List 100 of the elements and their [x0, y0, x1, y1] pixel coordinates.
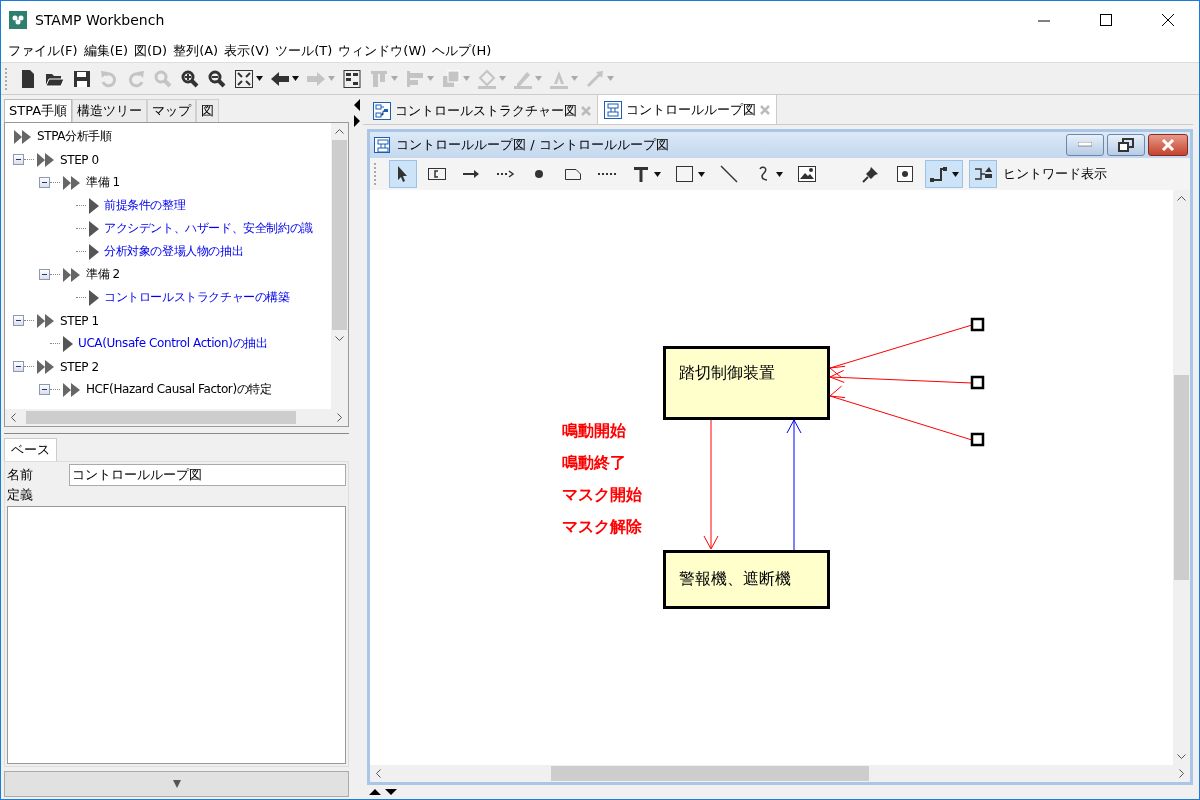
menu-item[interactable]: 編集(E)	[80, 41, 131, 60]
name-field[interactable]: コントロールループ図	[69, 464, 346, 486]
tree-item[interactable]: 準備 2	[86, 266, 120, 283]
menu-item[interactable]: 整列(A)	[170, 41, 222, 60]
control-action-label: マスク解除	[562, 516, 642, 538]
tree-item[interactable]: UCA(Unsafe Control Action)の抽出	[78, 335, 268, 352]
scroll-left-icon[interactable]	[11, 413, 16, 422]
editor-tab[interactable]: コントロールループ図	[597, 94, 777, 124]
menu-item[interactable]: ツール(T)	[272, 41, 336, 60]
line-icon	[719, 164, 739, 184]
tab[interactable]: 構造ツリー	[72, 99, 148, 122]
play-arrow-icon	[88, 289, 100, 306]
menu-item[interactable]: 図(D)	[131, 41, 171, 60]
tree-item[interactable]: 準備 1	[86, 174, 120, 191]
port-square	[970, 317, 985, 332]
save-icon	[72, 68, 92, 89]
point-icon	[895, 164, 915, 184]
play-arrow-icon	[88, 243, 100, 260]
scrollbar[interactable]	[331, 123, 348, 409]
close-icon[interactable]	[1161, 13, 1175, 27]
paint-bucket-icon	[477, 68, 497, 89]
collapse-icon[interactable]	[13, 315, 24, 326]
collapse-icon[interactable]	[39, 269, 50, 280]
close-icon	[1161, 139, 1175, 151]
align-left-icon	[405, 68, 425, 89]
control-action-label: 鳴動開始	[562, 420, 627, 442]
close-button[interactable]	[1148, 134, 1188, 156]
restore-button[interactable]	[1107, 134, 1145, 156]
scrollbar[interactable]	[1173, 190, 1190, 765]
scroll-up-icon[interactable]	[335, 129, 344, 134]
collapse-icon[interactable]	[39, 384, 50, 395]
tool-button[interactable]	[389, 160, 417, 188]
dot-icon	[533, 170, 545, 178]
scrollbar[interactable]	[5, 409, 348, 426]
menu-item[interactable]: ファイル(F)	[5, 41, 81, 60]
double-arrow-icon	[36, 358, 56, 375]
zoom-in-icon	[180, 68, 200, 89]
image-icon	[797, 164, 817, 184]
control-action-label: マスク開始	[562, 484, 642, 506]
splitter-arrows-icon[interactable]	[369, 788, 399, 796]
dashed-line-icon	[598, 173, 616, 175]
tab[interactable]: 図	[196, 99, 220, 122]
line-icon	[585, 68, 605, 89]
double-arrow-icon	[36, 312, 56, 329]
tree-item[interactable]: 分析対象の登場人物の抽出	[104, 243, 244, 260]
maximize-icon[interactable]	[1099, 13, 1113, 27]
restore-icon	[1118, 138, 1134, 152]
collapse-icon[interactable]	[39, 177, 50, 188]
definition-field[interactable]	[7, 506, 346, 764]
double-arrow-icon	[62, 381, 82, 398]
field-label: 名前	[7, 466, 34, 484]
app-icon	[9, 11, 27, 29]
menu-item[interactable]: 表示(V)	[221, 41, 273, 60]
controlled-node: 警報機、遮断機	[663, 550, 830, 609]
layout-icon	[342, 68, 362, 89]
tree-item[interactable]: アクシデント、ハザード、安全制約の識	[104, 220, 313, 237]
tab[interactable]: マップ	[147, 99, 197, 122]
tool-button[interactable]	[969, 160, 997, 188]
editor-tab[interactable]: コントロールストラクチャー図	[367, 98, 597, 124]
double-arrow-icon	[62, 266, 82, 283]
diagram-icon	[373, 102, 391, 120]
tool-button[interactable]	[925, 160, 963, 188]
controller-node: 踏切制御装置	[663, 346, 830, 420]
play-arrow-icon	[62, 335, 74, 352]
bring-forward-icon	[441, 68, 461, 89]
play-arrow-icon	[88, 197, 100, 214]
minimize-icon	[1078, 142, 1092, 148]
menu-item[interactable]: ウィンドウ(W)	[335, 41, 430, 60]
tree-item[interactable]: STEP 2	[60, 359, 99, 374]
scroll-up-icon[interactable]	[1177, 196, 1186, 201]
splitter-arrows-icon[interactable]	[353, 99, 361, 129]
scroll-left-icon[interactable]	[376, 769, 381, 778]
minimize-button[interactable]	[1066, 134, 1104, 156]
field-label: 定義	[7, 486, 34, 504]
window-title: コントロールループ図 / コントロールループ図	[396, 136, 669, 154]
zoom-icon	[153, 68, 173, 89]
tree-item[interactable]: コントロールストラクチャーの構築	[104, 289, 290, 306]
play-arrow-icon	[88, 220, 100, 237]
redo-icon	[126, 68, 146, 89]
menu-item[interactable]: ヘルプ(H)	[429, 41, 495, 60]
rectangle-icon	[675, 164, 695, 184]
collapse-icon[interactable]	[13, 154, 24, 165]
tree-item[interactable]: STPA分析手順	[37, 128, 112, 145]
diagram-icon	[374, 137, 390, 153]
text-tool-icon	[631, 164, 651, 184]
pin-icon	[861, 164, 881, 184]
scroll-right-icon[interactable]	[1179, 769, 1184, 778]
scroll-down-icon[interactable]	[335, 336, 344, 341]
tab[interactable]: ベース	[4, 438, 57, 461]
align-top-icon	[369, 68, 389, 89]
tree-item[interactable]: STEP 1	[60, 313, 99, 328]
scroll-right-icon[interactable]	[337, 413, 342, 422]
tree-item[interactable]: HCF(Hazard Causal Factor)の特定	[86, 381, 272, 398]
tree-item[interactable]: 前提条件の整理	[104, 197, 186, 214]
tree-item[interactable]: STEP 0	[60, 152, 99, 167]
scroll-down-icon[interactable]	[1177, 754, 1186, 759]
undo-icon	[99, 68, 119, 89]
scrollbar[interactable]	[370, 765, 1190, 782]
tab[interactable]: STPA手順	[4, 99, 73, 122]
collapse-icon[interactable]	[13, 361, 24, 372]
